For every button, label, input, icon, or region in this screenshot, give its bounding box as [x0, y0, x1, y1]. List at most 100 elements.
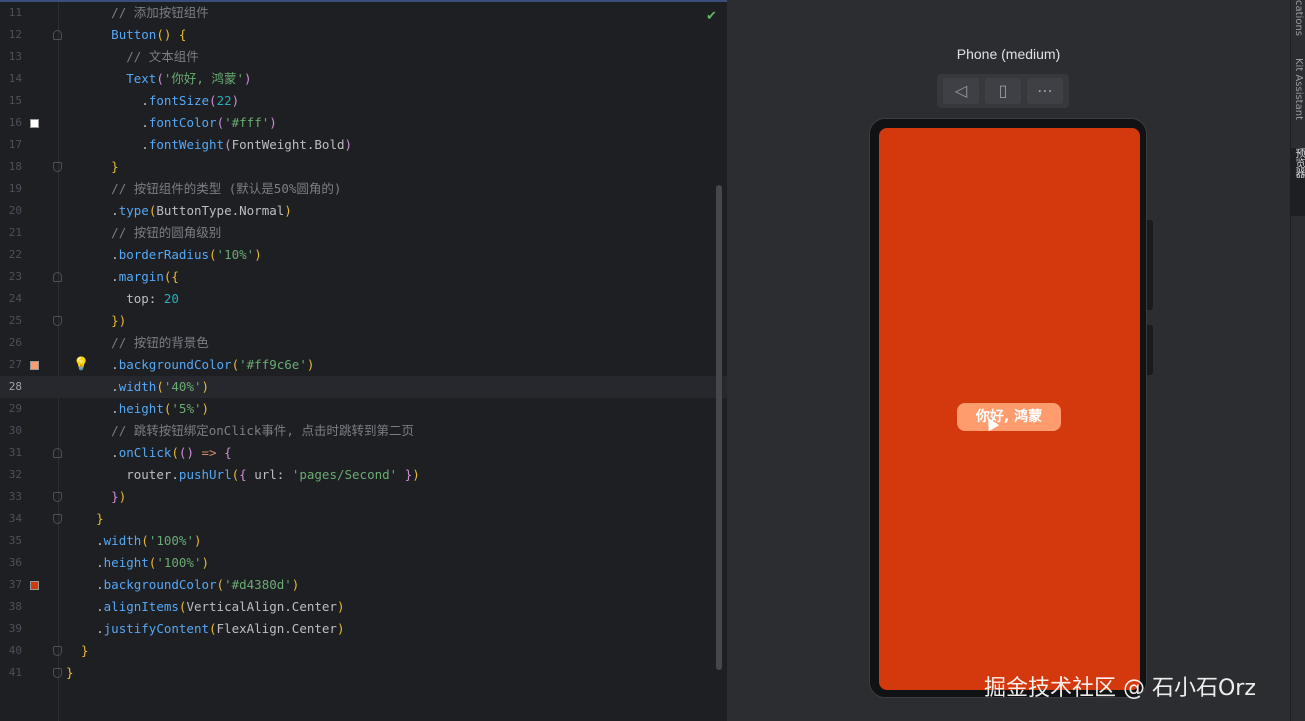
code-line[interactable]: 16 .fontColor('#fff') [0, 112, 727, 134]
rotate-icon[interactable]: ▯ [985, 78, 1021, 104]
code-token: => [201, 445, 217, 460]
fold-marker-icon[interactable] [53, 668, 62, 678]
code-line[interactable]: 40} [0, 640, 727, 662]
code-line[interactable]: 28 .width('40%') [0, 376, 727, 398]
fold-marker-icon[interactable] [53, 316, 62, 326]
code-token: . [111, 203, 119, 218]
code-token: '10%' [216, 247, 255, 262]
code-token: alignItems [103, 599, 179, 614]
code-line[interactable]: 15 .fontSize(22) [0, 90, 727, 112]
code-token: 22 [216, 93, 232, 108]
line-number: 13 [8, 50, 22, 63]
code-line[interactable]: 32 router.pushUrl({ url: 'pages/Second' }… [0, 464, 727, 486]
line-number: 11 [8, 6, 22, 19]
line-number: 21 [8, 226, 22, 239]
code-token: '#fff' [224, 115, 270, 130]
code-line[interactable]: 36 .height('100%') [0, 552, 727, 574]
code-line[interactable]: 26 // 按钮的背景色 [0, 332, 727, 354]
code-text: .backgroundColor('#d4380d') [96, 574, 299, 596]
code-text: // 文本组件 [126, 46, 199, 68]
fold-marker-icon[interactable] [53, 448, 62, 458]
code-text: .height('5%') [111, 398, 209, 420]
code-text: // 按钮组件的类型 (默认是50%圆角的) [111, 178, 341, 200]
editor-scrollbar[interactable] [716, 185, 722, 670]
fold-marker-icon[interactable] [53, 646, 62, 656]
line-number: 23 [8, 270, 22, 283]
fold-marker-icon[interactable] [53, 514, 62, 524]
line-number: 37 [8, 578, 22, 591]
code-line[interactable]: 41} [0, 662, 727, 684]
code-text: .fontWeight(FontWeight.Bold) [141, 134, 352, 156]
fold-marker-icon[interactable] [53, 30, 62, 40]
code-line[interactable]: 23 .margin({ [0, 266, 727, 288]
code-line[interactable]: 35 .width('100%') [0, 530, 727, 552]
code-line[interactable]: 30 // 跳转按钮绑定onClick事件, 点击时跳转到第二页 [0, 420, 727, 442]
fold-marker-icon[interactable] [53, 272, 62, 282]
code-token: fontSize [148, 93, 210, 108]
code-token: Text [126, 71, 157, 86]
code-line[interactable]: 17 .fontWeight(FontWeight.Bold) [0, 134, 727, 156]
line-number: 14 [8, 72, 22, 85]
fold-marker-icon[interactable] [53, 162, 62, 172]
lightbulb-icon[interactable]: 💡 [73, 357, 89, 373]
code-line[interactable]: 29 .height('5%') [0, 398, 727, 420]
code-token: backgroundColor [118, 357, 232, 372]
code-text: Button() { [111, 24, 186, 46]
code-line[interactable]: 22 .borderRadius('10%') [0, 244, 727, 266]
tool-tab-cations[interactable]: cations [1291, 0, 1305, 40]
code-token: . [96, 599, 104, 614]
code-line[interactable]: 37 .backgroundColor('#d4380d') [0, 574, 727, 596]
code-token: } [96, 511, 104, 526]
code-line[interactable]: 18} [0, 156, 727, 178]
code-token: ) [336, 621, 345, 636]
code-line[interactable]: 39 .justifyContent(FlexAlign.Center) [0, 618, 727, 640]
line-number: 32 [8, 468, 22, 481]
more-icon[interactable]: ⋯ [1027, 78, 1063, 104]
code-token: ) [254, 247, 262, 262]
code-token: router. [126, 467, 179, 482]
code-token: ) [412, 467, 420, 482]
code-line[interactable]: 12 Button() { [0, 24, 727, 46]
hello-button[interactable]: 你好, 鸿蒙 [957, 403, 1061, 431]
code-token: () [178, 445, 194, 460]
line-number: 18 [8, 160, 22, 173]
code-line[interactable]: 27 💡 .backgroundColor('#ff9c6e') [0, 354, 727, 376]
code-line[interactable]: 25}) [0, 310, 727, 332]
color-swatch-icon[interactable] [30, 361, 39, 370]
code-line[interactable]: 38 .alignItems(VerticalAlign.Center) [0, 596, 727, 618]
code-line[interactable]: 11 // 添加按钮组件 [0, 2, 727, 24]
code-text: }) [111, 310, 126, 332]
code-editor[interactable]: 11// 添加按钮组件 12 Button() {13// 文本组件 14 Text('… [0, 0, 727, 721]
checkmark-icon[interactable]: ✔ [706, 9, 717, 24]
code-token: margin [118, 269, 164, 284]
code-text: .alignItems(VerticalAlign.Center) [96, 596, 344, 618]
color-swatch-icon[interactable] [30, 581, 39, 590]
code-line[interactable]: 24 top: 20 [0, 288, 727, 310]
code-line[interactable]: 21 // 按钮的圆角级别 [0, 222, 727, 244]
tool-tab-kit-assistant[interactable]: Kit Assistant [1291, 58, 1305, 140]
code-text: .margin({ [111, 266, 179, 288]
code-line[interactable]: 14 Text('你好, 鸿蒙') [0, 68, 727, 90]
code-token: // 跳转按钮绑定onClick事件, 点击时跳转到第二页 [111, 423, 414, 438]
code-line[interactable]: 33}) [0, 486, 727, 508]
code-line[interactable]: 19 // 按钮组件的类型 (默认是50%圆角的) [0, 178, 727, 200]
code-token: // 添加按钮组件 [111, 5, 209, 20]
code-line[interactable]: 20 .type(ButtonType.Normal) [0, 200, 727, 222]
code-token: url: [246, 467, 292, 482]
back-icon[interactable]: ◁ [943, 78, 979, 104]
code-token: ) [201, 379, 210, 394]
code-line[interactable]: 13 // 文本组件 [0, 46, 727, 68]
code-token: top: [126, 291, 164, 306]
code-token: ) [336, 599, 345, 614]
code-line[interactable]: 34} [0, 508, 727, 530]
code-line[interactable]: 31 .onClick(() => { [0, 442, 727, 464]
code-token: . [96, 577, 104, 592]
line-number: 16 [8, 116, 22, 129]
code-token: { [178, 27, 187, 42]
code-token: // 按钮的圆角级别 [111, 225, 222, 240]
fold-marker-icon[interactable] [53, 492, 62, 502]
color-swatch-icon[interactable] [30, 119, 39, 128]
code-text: .width('40%') [111, 376, 209, 398]
tool-tab-previewer[interactable]: 预览器 [1291, 148, 1305, 216]
